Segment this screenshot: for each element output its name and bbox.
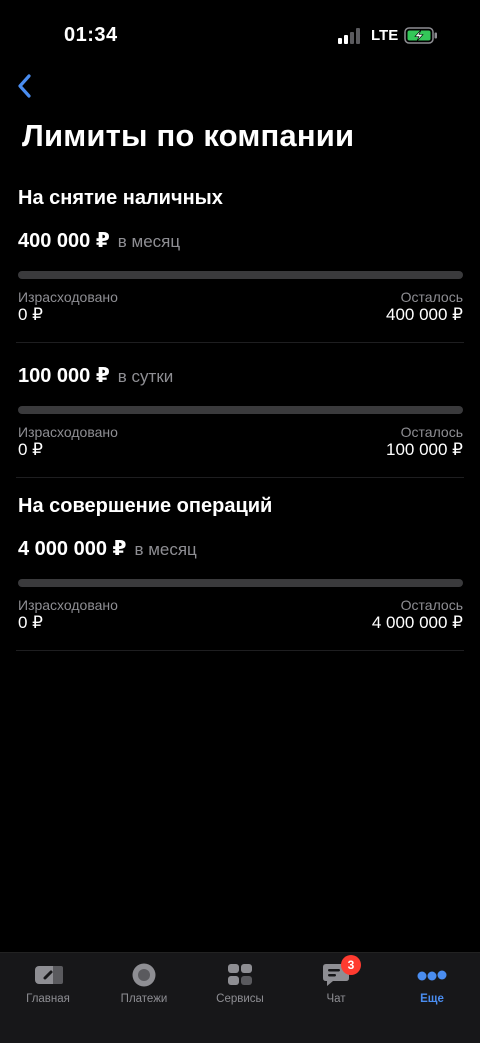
tab-bar: Главная Платежи Сервисы 3 Чат Еще [0, 952, 480, 1043]
chat-icon: 3 [321, 955, 361, 989]
tab-label: Платежи [120, 993, 168, 1005]
spent-label: Израсходовано [18, 424, 118, 440]
section-title-cash: На снятие наличных [18, 187, 223, 209]
divider [16, 477, 464, 478]
spent-value: 0 ₽ [18, 305, 43, 324]
spent-label: Израсходовано [18, 597, 118, 613]
spent-value: 0 ₽ [18, 613, 43, 632]
payments-circle-icon [129, 961, 159, 989]
chat-unread-badge: 3 [341, 955, 361, 975]
signal-strength-icon [338, 28, 360, 44]
tab-label: Сервисы [216, 993, 264, 1005]
page-title: Лимиты по компании [22, 118, 355, 153]
remaining-value: 4 000 000 ₽ [371, 613, 463, 632]
limit-amount-daily-cash: 100 000 ₽ в сутки [18, 363, 173, 388]
limit-amount-value: 100 000 ₽ [18, 365, 110, 387]
back-button[interactable] [10, 70, 38, 102]
remaining-label: Осталось [400, 424, 463, 440]
limit-period: в сутки [117, 367, 174, 386]
tab-label: Еще [420, 993, 444, 1005]
limit-progress-bar [18, 271, 463, 279]
tab-services[interactable]: Сервисы [192, 961, 288, 1021]
limit-period: в месяц [117, 232, 181, 251]
divider [16, 342, 464, 343]
status-bar: 01:34 LTE [0, 0, 480, 70]
network-type: LTE [371, 27, 399, 44]
limit-amount-monthly-cash: 400 000 ₽ в месяц [18, 228, 180, 253]
section-title-operations: На совершение операций [18, 495, 273, 517]
divider [16, 650, 464, 651]
tab-more[interactable]: Еще [384, 961, 480, 1021]
status-time: 01:34 [64, 24, 118, 46]
spent-label: Израсходовано [18, 289, 118, 305]
remaining-value: 400 000 ₽ [386, 305, 463, 324]
limit-progress-bar [18, 406, 463, 414]
home-card-icon [33, 961, 63, 989]
limit-amount-monthly-operations: 4 000 000 ₽ в месяц [18, 536, 197, 561]
chevron-left-icon [18, 74, 31, 98]
tab-payments[interactable]: Платежи [96, 961, 192, 1021]
tab-label: Чат [326, 993, 346, 1005]
limit-period: в месяц [134, 540, 197, 559]
tab-label: Главная [26, 993, 70, 1005]
remaining-value: 100 000 ₽ [386, 440, 463, 459]
limit-progress-bar [18, 579, 463, 587]
spent-value: 0 ₽ [18, 440, 43, 459]
limit-amount-value: 400 000 ₽ [18, 230, 110, 252]
limit-amount-value: 4 000 000 ₽ [18, 538, 127, 560]
remaining-label: Осталось [400, 597, 463, 613]
battery-charging-icon [404, 27, 437, 44]
more-dots-icon [417, 961, 447, 989]
remaining-label: Осталось [400, 289, 463, 305]
tab-home[interactable]: Главная [0, 961, 96, 1021]
services-grid-icon [225, 961, 255, 989]
tab-chat[interactable]: 3 Чат [288, 955, 384, 1021]
